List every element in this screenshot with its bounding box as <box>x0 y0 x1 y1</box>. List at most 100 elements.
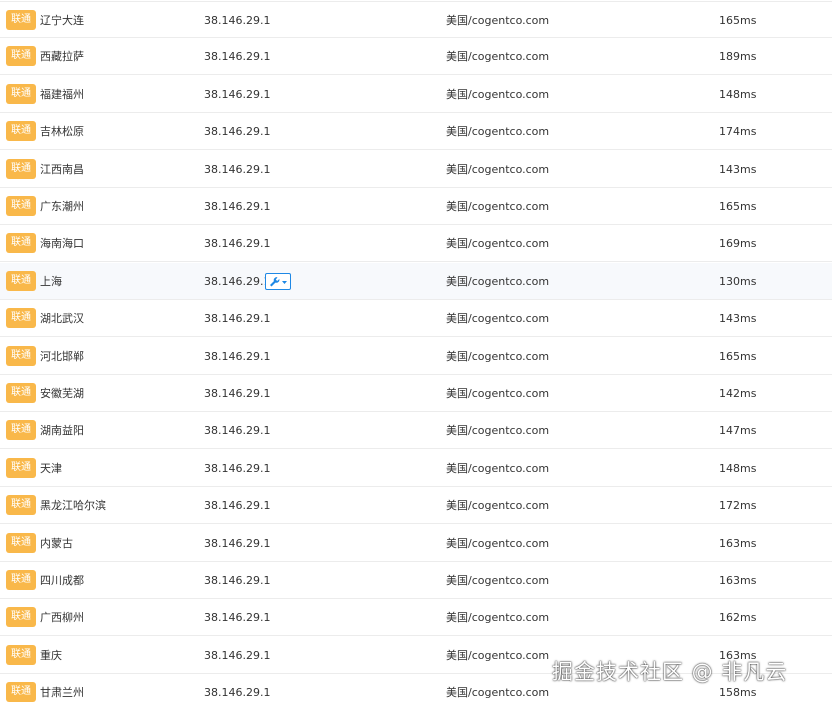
location-cell: 内蒙古 <box>40 536 73 550</box>
isp-badge: 联通 <box>6 532 36 553</box>
isp-badge: 联通 <box>6 233 36 254</box>
geo-isp-cell: 美国/cogentco.com <box>446 387 550 400</box>
table-row[interactable]: 联通 湖南益阳 38.146.29.1 美国/cogentco.com 147ms <box>0 412 832 450</box>
table-row[interactable]: 联通 内蒙古 38.146.29.1 美国/cogentco.com 163ms <box>0 524 832 562</box>
table-row[interactable]: 联通 上海 38.146.29.1 美国/cogentco.com 130ms <box>0 262 832 300</box>
table-row[interactable]: 联通 江西南昌 38.146.29.1 美国/cogentco.com 143ms <box>0 150 832 188</box>
table-row[interactable]: 联通 广东潮州 38.146.29.1 美国/cogentco.com 165ms <box>0 188 832 225</box>
geo-isp-cell: 美国/cogentco.com <box>446 536 550 550</box>
latency-cell: 162ms <box>719 611 757 625</box>
isp-badge: 联通 <box>6 644 36 665</box>
geo-isp-cell: 美国/cogentco.com <box>446 461 550 475</box>
latency-cell: 172ms <box>719 499 757 513</box>
isp-badge: 联通 <box>6 308 36 329</box>
isp-badge: 联通 <box>6 682 36 703</box>
geo-isp-cell: 美国/cogentco.com <box>446 312 550 326</box>
isp-badge: 联通 <box>6 570 36 590</box>
geo-isp-cell: 美国/cogentco.com <box>446 200 550 213</box>
isp-badge: 联通 <box>6 158 36 179</box>
wrench-icon <box>270 276 287 287</box>
location-cell: 湖南益阳 <box>40 424 84 438</box>
ip-cell: 38.146.29.1 <box>204 349 271 363</box>
ping-results-table: 联通 辽宁大连 38.146.29.1 美国/cogentco.com 165ms 联通西… <box>0 0 832 706</box>
geo-isp-cell: 美国/cogentco.com <box>446 648 550 662</box>
ip-cell: 38.146.29.1 <box>204 274 271 288</box>
location-cell: 上海 <box>40 274 62 288</box>
isp-badge: 联通 <box>6 607 36 628</box>
ip-cell: 38.146.29.1 <box>204 14 271 27</box>
latency-cell: 169ms <box>719 237 757 251</box>
ip-cell: 38.146.29.1 <box>204 648 271 662</box>
latency-cell: 148ms <box>719 87 757 101</box>
geo-isp-cell: 美国/cogentco.com <box>446 162 550 176</box>
ip-cell: 38.146.29.1 <box>204 611 271 625</box>
location-cell: 福建福州 <box>40 87 84 101</box>
isp-badge: 联通 <box>6 457 36 478</box>
ip-cell: 38.146.29.1 <box>204 200 271 213</box>
ip-cell: 38.146.29.1 <box>204 87 271 101</box>
geo-isp-cell: 美国/cogentco.com <box>446 574 550 587</box>
geo-isp-cell: 美国/cogentco.com <box>446 14 550 27</box>
location-cell: 重庆 <box>40 648 62 662</box>
table-row[interactable]: 联通 海南海口 38.146.29.1 美国/cogentco.com 169ms <box>0 225 832 263</box>
isp-badge: 联通 <box>6 345 36 366</box>
geo-isp-cell: 美国/cogentco.com <box>446 499 550 513</box>
ip-cell: 38.146.29.1 <box>204 312 271 326</box>
geo-isp-cell: 美国/cogentco.com <box>446 349 550 363</box>
ip-cell: 38.146.29.1 <box>204 125 271 139</box>
ip-cell: 38.146.29.1 <box>204 50 271 64</box>
isp-badge: 联通 <box>6 46 36 67</box>
latency-cell: 165ms <box>719 349 757 363</box>
location-cell: 江西南昌 <box>40 162 84 176</box>
location-cell: 安徽芜湖 <box>40 387 84 400</box>
location-cell: 广西柳州 <box>40 611 84 625</box>
table-row[interactable]: 联通 黑龙江哈尔滨 38.146.29.1 美国/cogentco.com 172ms <box>0 487 832 525</box>
latency-cell: 143ms <box>719 312 757 326</box>
latency-cell: 174ms <box>719 125 757 139</box>
table-row[interactable]: 联通 吉林松原 38.146.29.1 美国/cogentco.com 174ms <box>0 113 832 151</box>
isp-badge: 联通 <box>6 121 36 142</box>
geo-isp-cell: 美国/cogentco.com <box>446 87 550 101</box>
table-row[interactable]: 联通 湖北武汉 38.146.29.1 美国/cogentco.com 143ms <box>0 300 832 338</box>
table-row[interactable]: 联通 西藏拉萨 38.146.29.1 美国/cogentco.com 189ms <box>0 38 832 76</box>
caret-down-icon <box>282 280 287 284</box>
table-row[interactable]: 联通 河北邯郸 38.146.29.1 美国/cogentco.com 165ms <box>0 337 832 375</box>
location-cell: 黑龙江哈尔滨 <box>40 499 106 513</box>
isp-badge: 联通 <box>6 10 36 30</box>
ip-cell: 38.146.29.1 <box>204 387 271 400</box>
latency-cell: 142ms <box>719 387 757 400</box>
latency-cell: 148ms <box>719 461 757 475</box>
ip-cell: 38.146.29.1 <box>204 536 271 550</box>
location-cell: 吉林松原 <box>40 125 84 139</box>
table-row[interactable]: 联通 辽宁大连 38.146.29.1 美国/cogentco.com 165ms <box>0 1 832 38</box>
latency-cell: 189ms <box>719 50 757 64</box>
table-row[interactable]: 联通 四川成都 38.146.29.1 美国/cogentco.com 163ms <box>0 562 832 599</box>
latency-cell: 130ms <box>719 274 757 288</box>
table-row[interactable]: 联通 福建福州 38.146.29.1 美国/cogentco.com 148ms <box>0 75 832 113</box>
location-cell: 河北邯郸 <box>40 349 84 363</box>
latency-cell: 165ms <box>719 200 757 213</box>
ip-cell: 38.146.29.1 <box>204 237 271 251</box>
ip-tools-dropdown-button[interactable] <box>265 272 291 290</box>
location-cell: 四川成都 <box>40 574 84 587</box>
location-cell: 海南海口 <box>40 237 84 251</box>
ip-cell: 38.146.29.1 <box>204 574 271 587</box>
ip-cell: 38.146.29.1 <box>204 686 271 700</box>
geo-isp-cell: 美国/cogentco.com <box>446 125 550 139</box>
location-cell: 天津 <box>40 461 62 475</box>
table-row[interactable]: 联通 安徽芜湖 38.146.29.1 美国/cogentco.com 142ms <box>0 375 832 412</box>
table-row[interactable]: 联通 天津 38.146.29.1 美国/cogentco.com 148ms <box>0 449 832 487</box>
isp-badge: 联通 <box>6 83 36 104</box>
table-row[interactable]: 联通 广西柳州 38.146.29.1 美国/cogentco.com 162ms <box>0 599 832 637</box>
isp-badge: 联通 <box>6 383 36 403</box>
ip-cell: 38.146.29.1 <box>204 424 271 438</box>
geo-isp-cell: 美国/cogentco.com <box>446 424 550 438</box>
latency-cell: 165ms <box>719 14 757 27</box>
isp-badge: 联通 <box>6 420 36 441</box>
geo-isp-cell: 美国/cogentco.com <box>446 611 550 625</box>
location-cell: 甘肃兰州 <box>40 686 84 700</box>
location-cell: 西藏拉萨 <box>40 50 84 64</box>
location-cell: 湖北武汉 <box>40 312 84 326</box>
geo-isp-cell: 美国/cogentco.com <box>446 50 550 64</box>
latency-cell: 163ms <box>719 574 757 587</box>
